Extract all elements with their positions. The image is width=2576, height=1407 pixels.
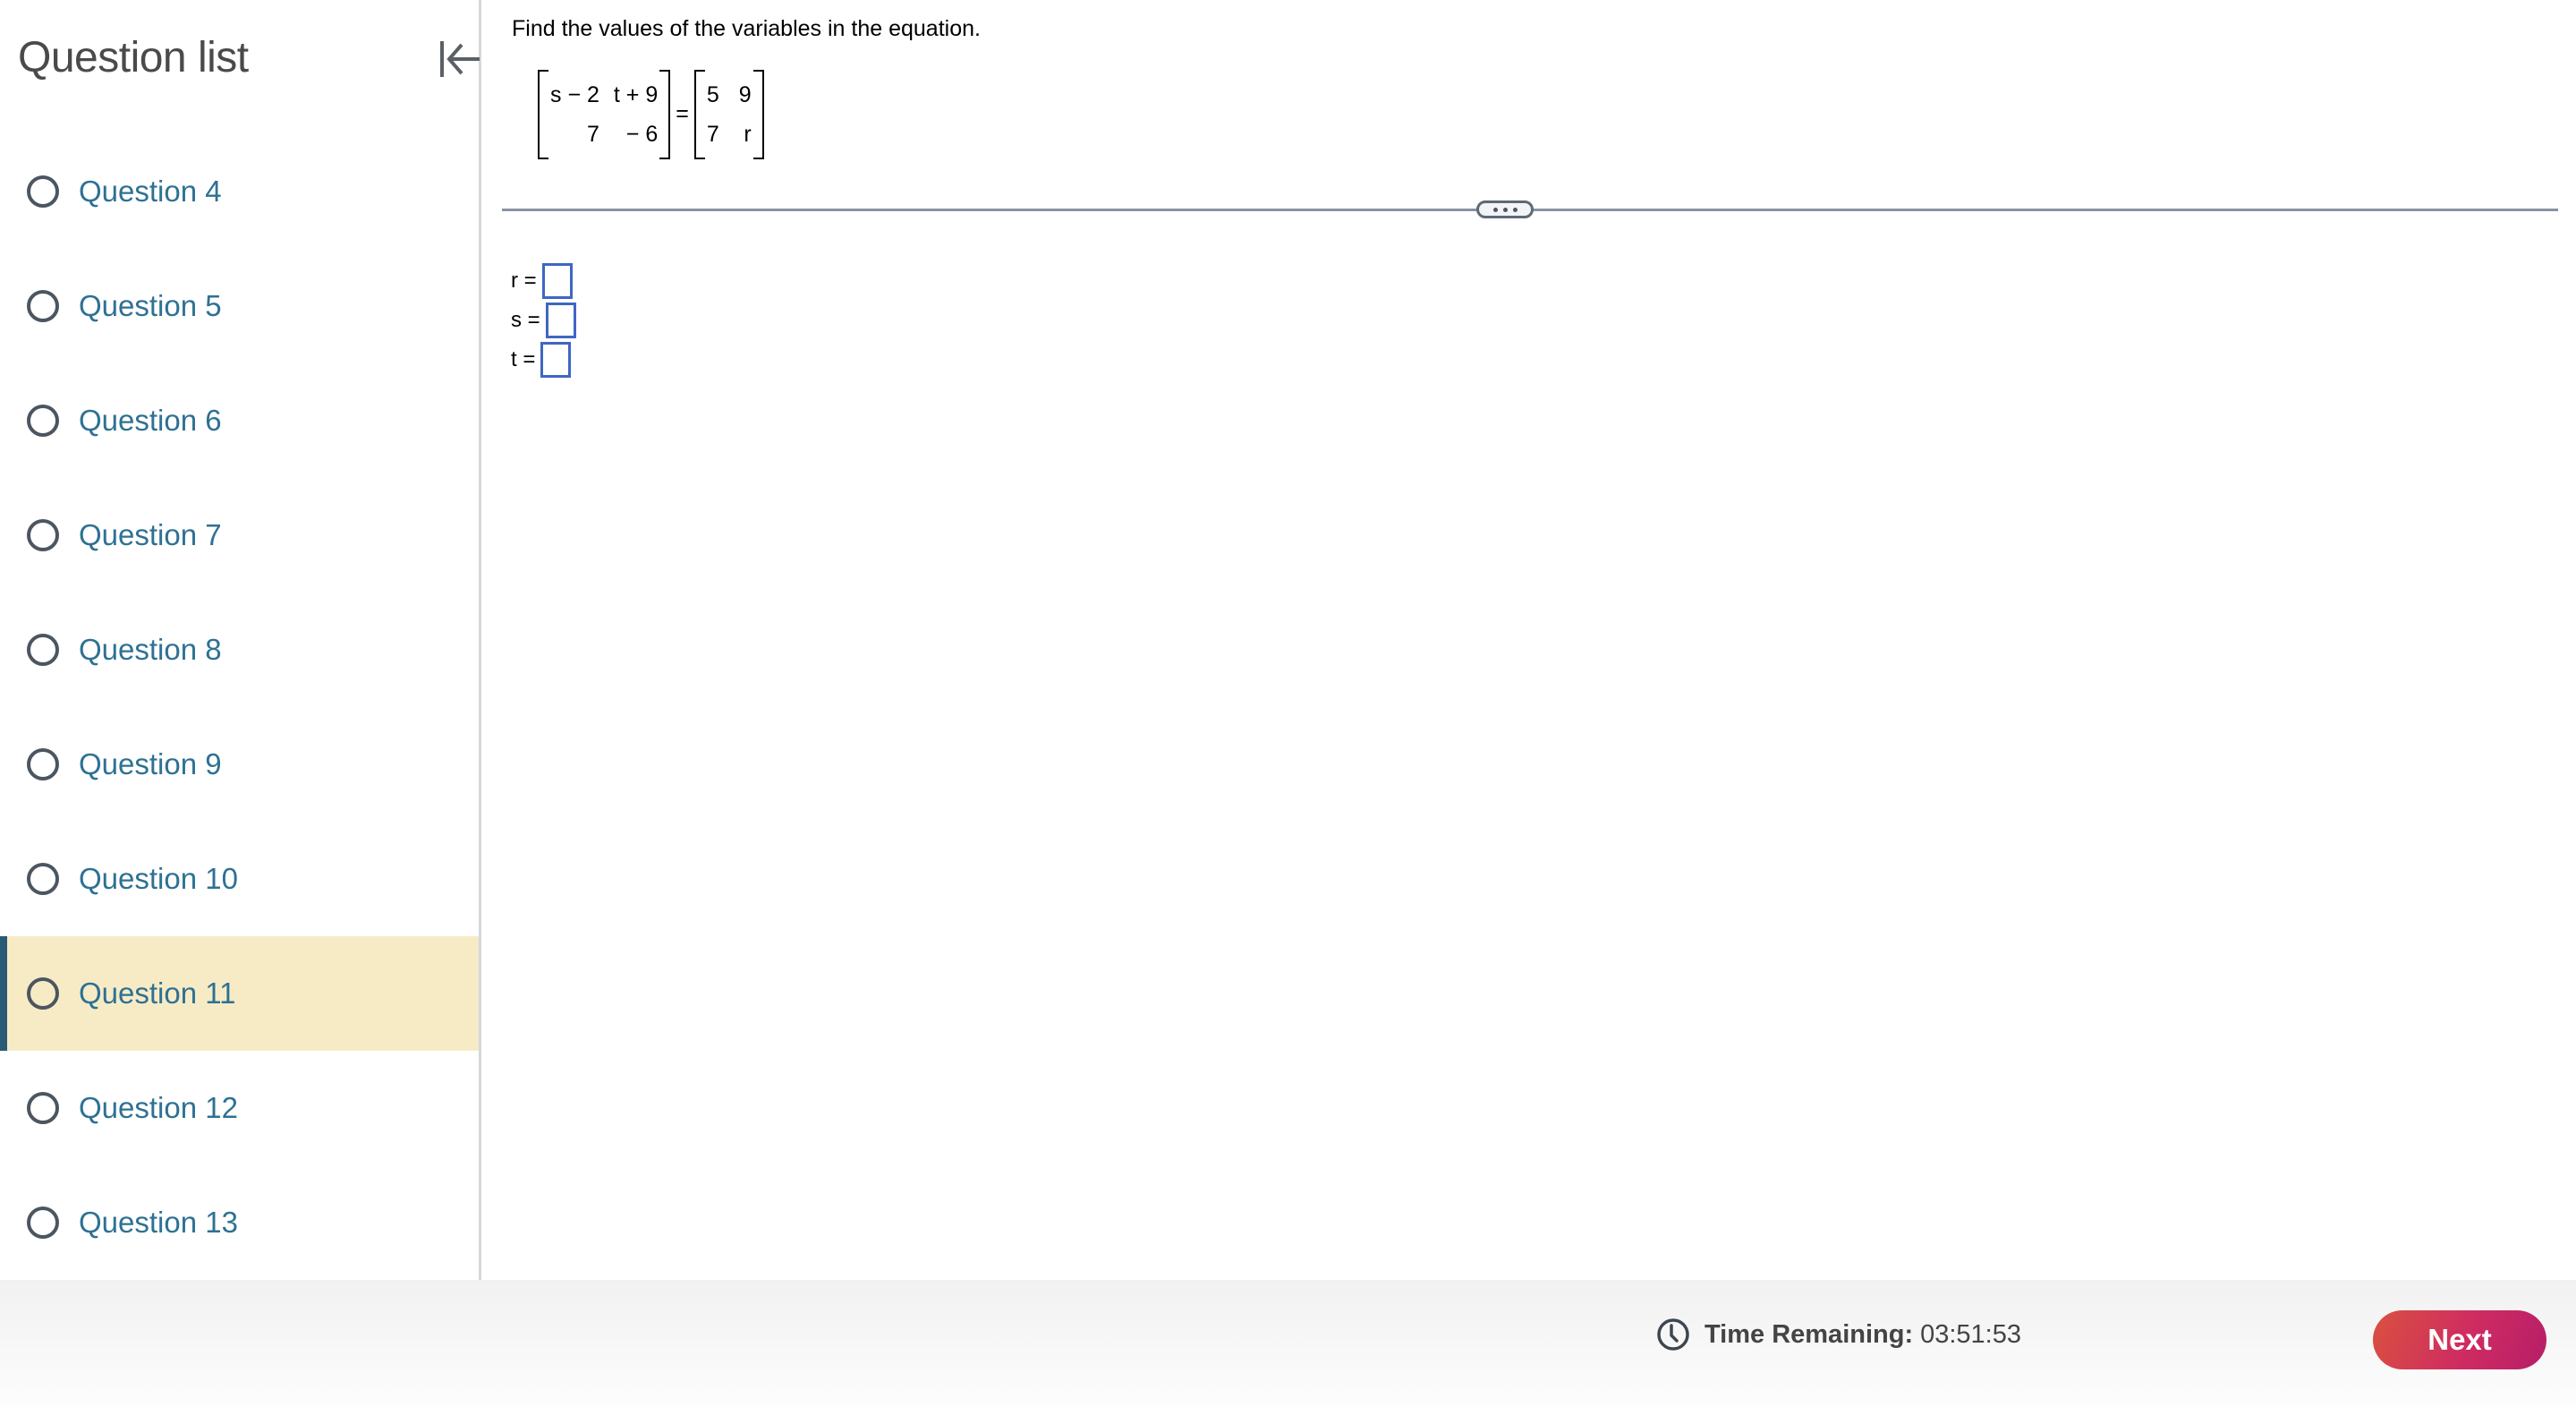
matrix-cell: − 6 bbox=[625, 121, 659, 147]
question-label: Question 11 bbox=[79, 976, 236, 1010]
question-label: Question 9 bbox=[79, 747, 222, 780]
matrix-cell: 7 bbox=[706, 121, 719, 147]
question-item[interactable]: Question 8 bbox=[0, 593, 479, 707]
timer-value: 03:51:53 bbox=[1920, 1319, 2021, 1349]
status-circle-icon bbox=[27, 519, 59, 551]
collapse-left-icon bbox=[440, 41, 480, 77]
question-item-active[interactable]: Question 11 bbox=[0, 936, 479, 1051]
next-button[interactable]: Next bbox=[2373, 1310, 2546, 1369]
status-circle-icon bbox=[27, 1207, 59, 1239]
question-item[interactable]: Question 13 bbox=[0, 1165, 479, 1280]
answer-label: s = bbox=[511, 308, 540, 332]
question-list-sidebar: Question list Question 4 Question 5 Ques… bbox=[0, 0, 481, 1280]
question-label: Question 4 bbox=[79, 175, 222, 208]
question-item[interactable]: Question 7 bbox=[0, 478, 479, 593]
sidebar-header: Question list bbox=[18, 27, 480, 90]
matrix-cell: t + 9 bbox=[613, 81, 659, 107]
answer-input-r[interactable] bbox=[541, 263, 573, 299]
more-options-button[interactable] bbox=[1476, 200, 1534, 218]
question-label: Question 8 bbox=[79, 633, 222, 666]
question-label: Question 7 bbox=[79, 518, 222, 551]
question-item[interactable]: Question 9 bbox=[0, 707, 479, 822]
question-label: Question 12 bbox=[79, 1091, 238, 1124]
answer-section: r = s = t = bbox=[511, 261, 576, 379]
status-circle-icon bbox=[27, 748, 59, 780]
matrix-cell: 9 bbox=[738, 81, 752, 107]
question-item[interactable]: Question 12 bbox=[0, 1051, 479, 1165]
question-item[interactable]: Question 4 bbox=[0, 134, 479, 249]
question-label: Question 10 bbox=[79, 862, 238, 895]
time-remaining: Time Remaining: 03:51:53 bbox=[1656, 1271, 2021, 1398]
dot-icon bbox=[1512, 207, 1518, 212]
status-circle-icon bbox=[27, 1092, 59, 1124]
right-matrix: 5 9 7 r bbox=[693, 69, 764, 159]
left-matrix: s − 2 t + 9 7 − 6 bbox=[538, 69, 671, 159]
status-circle-icon bbox=[27, 634, 59, 666]
status-circle-icon bbox=[27, 405, 59, 437]
question-item[interactable]: Question 10 bbox=[0, 822, 479, 936]
status-circle-icon bbox=[27, 290, 59, 322]
answer-row-s: s = bbox=[511, 301, 576, 340]
question-item[interactable]: Question 5 bbox=[0, 249, 479, 363]
answer-label: t = bbox=[511, 347, 536, 371]
dot-icon bbox=[1492, 207, 1498, 212]
status-circle-icon bbox=[27, 863, 59, 895]
answer-input-s[interactable] bbox=[545, 303, 576, 338]
dot-icon bbox=[1502, 207, 1508, 212]
clock-icon bbox=[1657, 1318, 1689, 1351]
matrix-cell: s − 2 bbox=[550, 81, 599, 107]
matrix-equation: s − 2 t + 9 7 − 6 = 5 9 7 r bbox=[538, 67, 764, 161]
sidebar-title: Question list bbox=[18, 34, 249, 81]
question-panel: Find the values of the variables in the … bbox=[484, 0, 2576, 1280]
answer-row-r: r = bbox=[511, 261, 576, 301]
answer-input-t[interactable] bbox=[540, 342, 572, 378]
matrix-cell: 7 bbox=[587, 121, 599, 147]
question-label: Question 13 bbox=[79, 1206, 238, 1239]
timer-label: Time Remaining: bbox=[1704, 1319, 1914, 1349]
answer-row-t: t = bbox=[511, 340, 576, 379]
footer-bar: Time Remaining: 03:51:53 Next bbox=[0, 1280, 2576, 1407]
answer-label: r = bbox=[511, 269, 537, 293]
question-list: Question 4 Question 5 Question 6 Questio… bbox=[0, 134, 479, 1280]
matrix-cell: r bbox=[744, 121, 752, 147]
equals-sign: = bbox=[676, 101, 689, 126]
question-item[interactable]: Question 6 bbox=[0, 363, 479, 478]
status-circle-icon bbox=[27, 977, 59, 1010]
matrix-cell: 5 bbox=[706, 81, 719, 107]
question-label: Question 5 bbox=[79, 289, 222, 322]
status-circle-icon bbox=[27, 175, 59, 208]
question-label: Question 6 bbox=[79, 404, 222, 437]
question-prompt: Find the values of the variables in the … bbox=[512, 16, 981, 41]
collapse-sidebar-button[interactable] bbox=[435, 34, 485, 84]
